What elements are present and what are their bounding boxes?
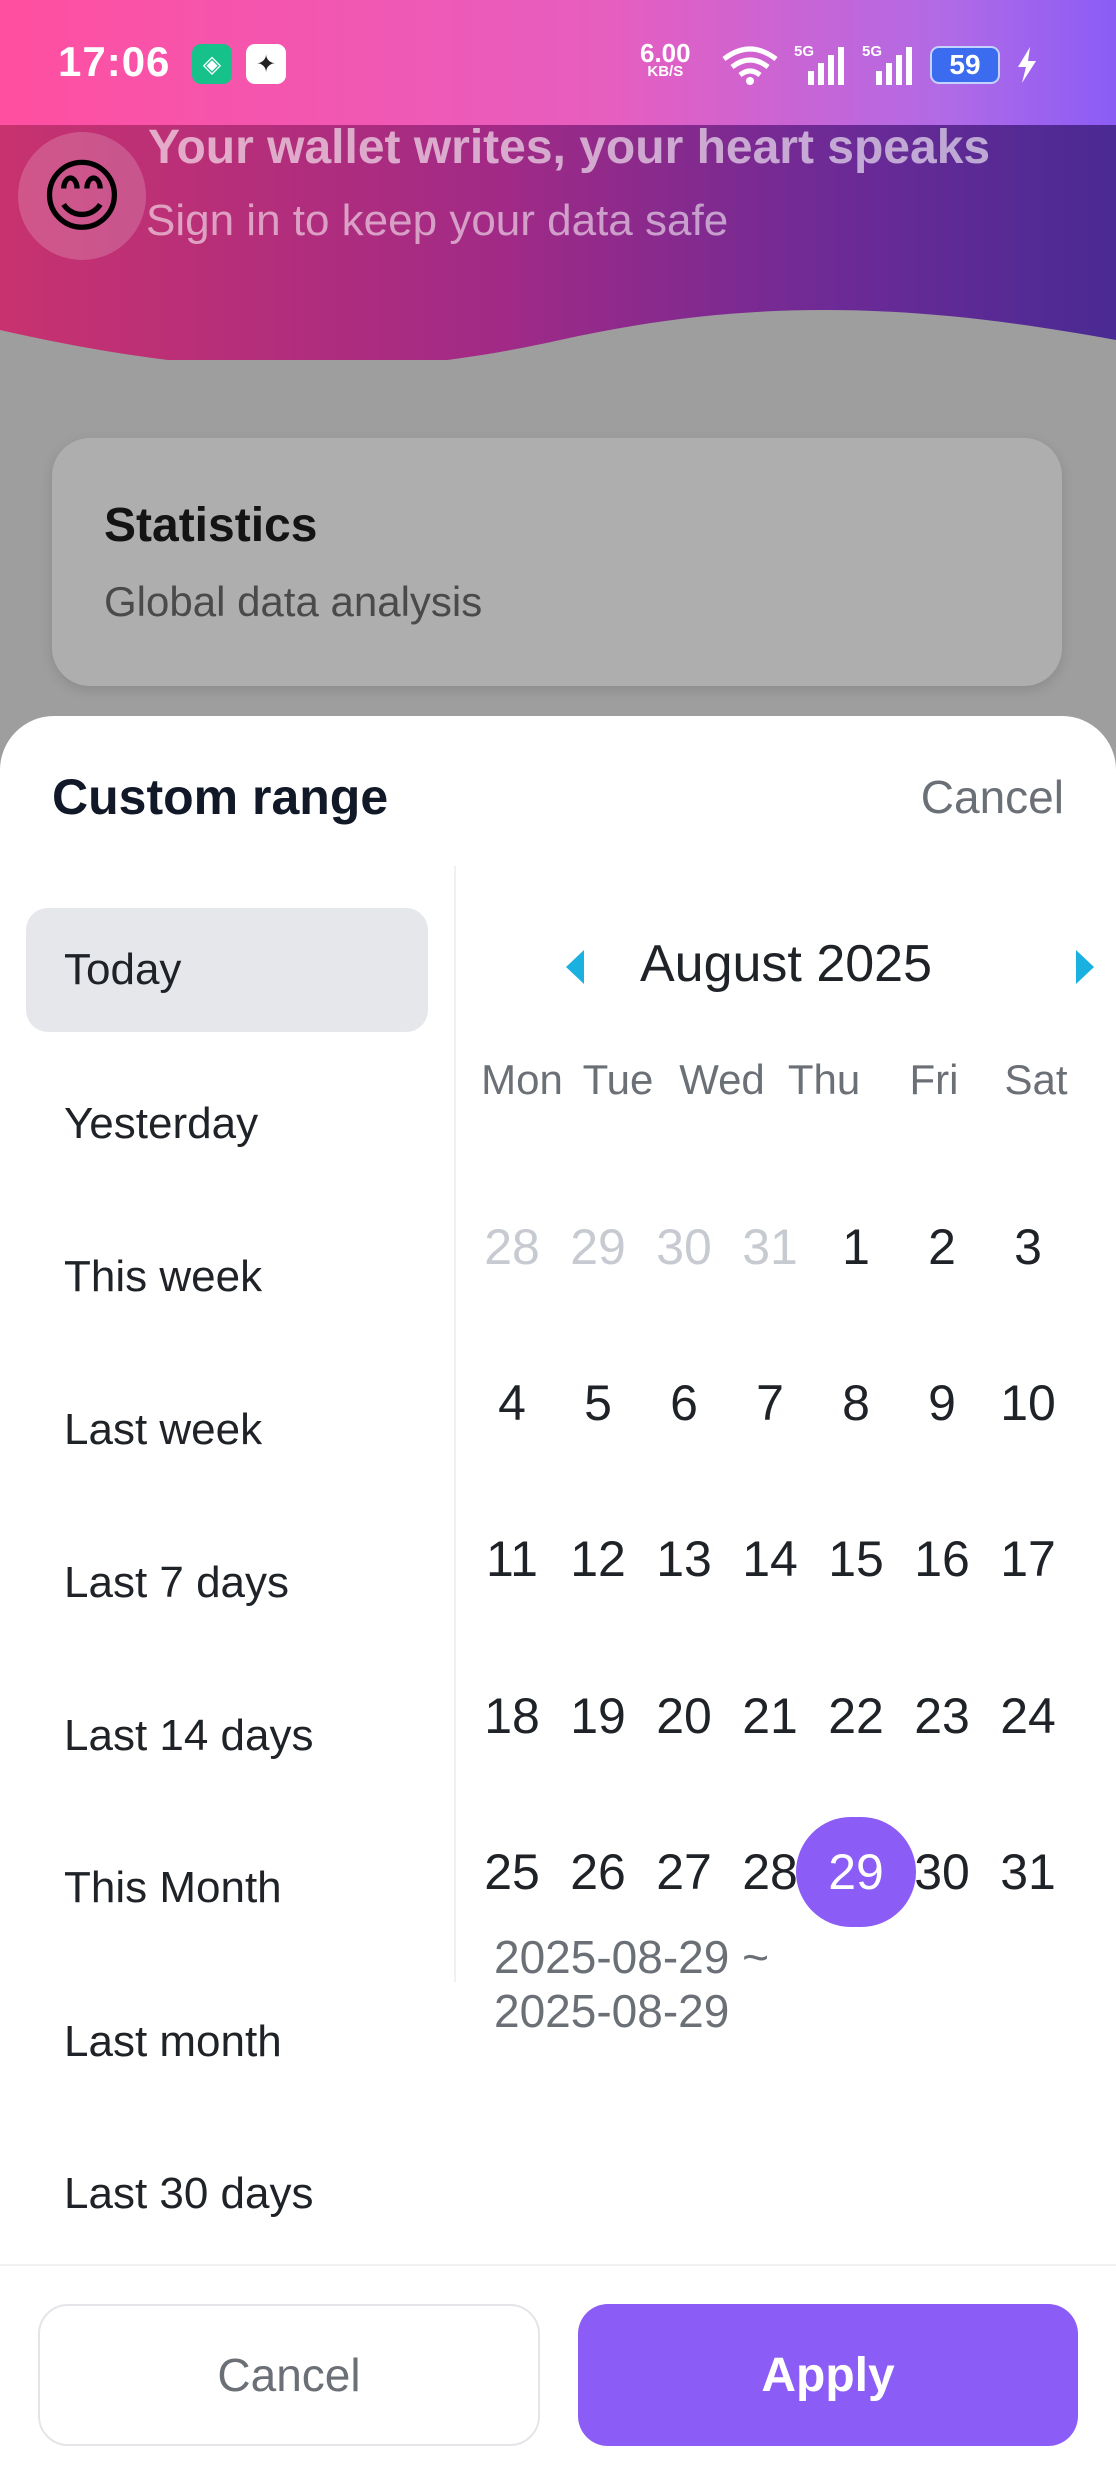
calendar-day[interactable]: 26: [555, 1837, 641, 1907]
header-subtitle[interactable]: Sign in to keep your data safe: [146, 196, 728, 246]
calendar-day[interactable]: 29: [555, 1212, 641, 1282]
preset-label: Last 30 days: [64, 2169, 314, 2218]
preset-last-month[interactable]: Last month: [26, 1980, 428, 2104]
network-speed: 6.00 KB/S: [640, 40, 691, 80]
calendar-day[interactable]: 19: [555, 1681, 641, 1751]
calendar-day[interactable]: 18: [469, 1681, 555, 1751]
weekday-label: Tue: [582, 1056, 654, 1103]
calendar-day[interactable]: 13: [641, 1524, 727, 1594]
statistics-card[interactable]: Statistics Global data analysis: [52, 438, 1062, 686]
chevron-left-icon[interactable]: [566, 950, 584, 984]
calendar-day[interactable]: 25: [469, 1837, 555, 1907]
signal-icon-1: 5G: [794, 43, 848, 87]
sheet-title: Custom range: [52, 769, 389, 825]
calendar-day[interactable]: 30: [641, 1212, 727, 1282]
calendar-day[interactable]: 21: [727, 1681, 813, 1751]
preset-label: Last 14 days: [64, 1711, 314, 1760]
network-type-1: 5G: [794, 43, 815, 60]
weekday-label: Thu: [787, 1056, 861, 1103]
chevron-right-icon[interactable]: [1076, 950, 1094, 984]
preset-label: Last 7 days: [64, 1558, 290, 1607]
calendar-day[interactable]: 4: [469, 1368, 555, 1438]
calendar-day[interactable]: 5: [555, 1368, 641, 1438]
selected-range-text: 2025-08-29 ~ 2025-08-29: [494, 1931, 769, 2037]
calendar-day[interactable]: 31: [727, 1212, 813, 1282]
preset-this-week[interactable]: This week: [26, 1215, 428, 1339]
preset-last-7-days[interactable]: Last 7 days: [26, 1521, 428, 1645]
calendar-day[interactable]: 2: [899, 1212, 985, 1282]
calendar-day[interactable]: 20: [641, 1681, 727, 1751]
preset-last-week[interactable]: Last week: [26, 1368, 428, 1492]
shield-app-icon: ◈: [192, 44, 232, 84]
calendar-day[interactable]: 15: [813, 1524, 899, 1594]
status-icons: 5G 5G 59: [720, 40, 1040, 90]
preset-label: Yesterday: [64, 1099, 259, 1148]
preset-label: Today: [64, 945, 182, 994]
calendar-day[interactable]: 22: [813, 1681, 899, 1751]
status-time: 17:06: [58, 38, 171, 85]
statistics-card-title: Statistics: [104, 499, 318, 552]
preset-last-14-days[interactable]: Last 14 days: [26, 1674, 428, 1798]
calendar-month-label: August 2025: [639, 935, 933, 993]
calendar-day[interactable]: 27: [641, 1837, 727, 1907]
preset-list: Today Yesterday This week Last week Last…: [0, 866, 454, 2218]
header-wave: [0, 310, 1116, 370]
preset-yesterday[interactable]: Yesterday: [26, 1062, 428, 1186]
calendar-day[interactable]: 7: [727, 1368, 813, 1438]
calendar-day[interactable]: 9: [899, 1368, 985, 1438]
statistics-card-subtitle: Global data analysis: [104, 578, 483, 625]
custom-range-sheet: Custom range Cancel Today Yesterday This…: [0, 716, 1116, 2484]
battery-icon: 59: [930, 46, 1000, 84]
calendar: August 2025 Mon Tue Wed Thu Fri Sat 28 29…: [456, 866, 1116, 2037]
preset-this-month[interactable]: This Month: [26, 1826, 428, 1950]
header-title: Your wallet writes, your heart speaks: [148, 121, 991, 174]
status-bar: 17:06 ◈ ✦ 6.00 KB/S 5G 5G 59: [0, 0, 1116, 125]
calendar-day[interactable]: 16: [899, 1524, 985, 1594]
preset-label: Last month: [64, 2017, 282, 2066]
calendar-day[interactable]: 10: [985, 1368, 1071, 1438]
apply-button[interactable]: Apply: [578, 2304, 1078, 2446]
preset-label: This week: [64, 1252, 263, 1301]
calendar-day[interactable]: 17: [985, 1524, 1071, 1594]
avatar[interactable]: 😊: [18, 132, 146, 260]
weekday-label: Sat: [1004, 1056, 1068, 1103]
network-speed-unit: KB/S: [647, 63, 684, 80]
calendar-day[interactable]: 8: [813, 1368, 899, 1438]
network-type-2: 5G: [862, 43, 883, 60]
weekday-label: Wed: [679, 1056, 765, 1103]
calendar-day-selected[interactable]: 29: [813, 1837, 899, 1907]
calendar-day[interactable]: 23: [899, 1681, 985, 1751]
calendar-day[interactable]: 11: [469, 1524, 555, 1594]
calendar-day[interactable]: 1: [813, 1212, 899, 1282]
calendar-day[interactable]: 31: [985, 1837, 1071, 1907]
weekday-label: Mon: [481, 1056, 563, 1103]
charging-icon: [1018, 47, 1036, 83]
cancel-button[interactable]: Cancel: [38, 2304, 540, 2446]
sheet-cancel-button[interactable]: Cancel: [921, 770, 1064, 824]
signal-icon-2: 5G: [862, 43, 916, 87]
preset-label: This Month: [64, 1863, 282, 1912]
calendar-day[interactable]: 12: [555, 1524, 641, 1594]
calendar-day[interactable]: 24: [985, 1681, 1071, 1751]
footer-divider: [0, 2264, 1116, 2266]
calendar-day[interactable]: 28: [469, 1212, 555, 1282]
weekday-label: Fri: [909, 1056, 959, 1103]
preset-last-30-days[interactable]: Last 30 days: [26, 2132, 428, 2256]
calendar-day[interactable]: 3: [985, 1212, 1071, 1282]
calendar-day[interactable]: 6: [641, 1368, 727, 1438]
wifi-icon: [722, 46, 778, 85]
preset-today[interactable]: Today: [26, 908, 428, 1032]
app-notification-icon: ✦: [246, 44, 286, 84]
calendar-day[interactable]: 30: [899, 1837, 985, 1907]
calendar-day[interactable]: 14: [727, 1524, 813, 1594]
preset-label: Last week: [64, 1405, 263, 1454]
